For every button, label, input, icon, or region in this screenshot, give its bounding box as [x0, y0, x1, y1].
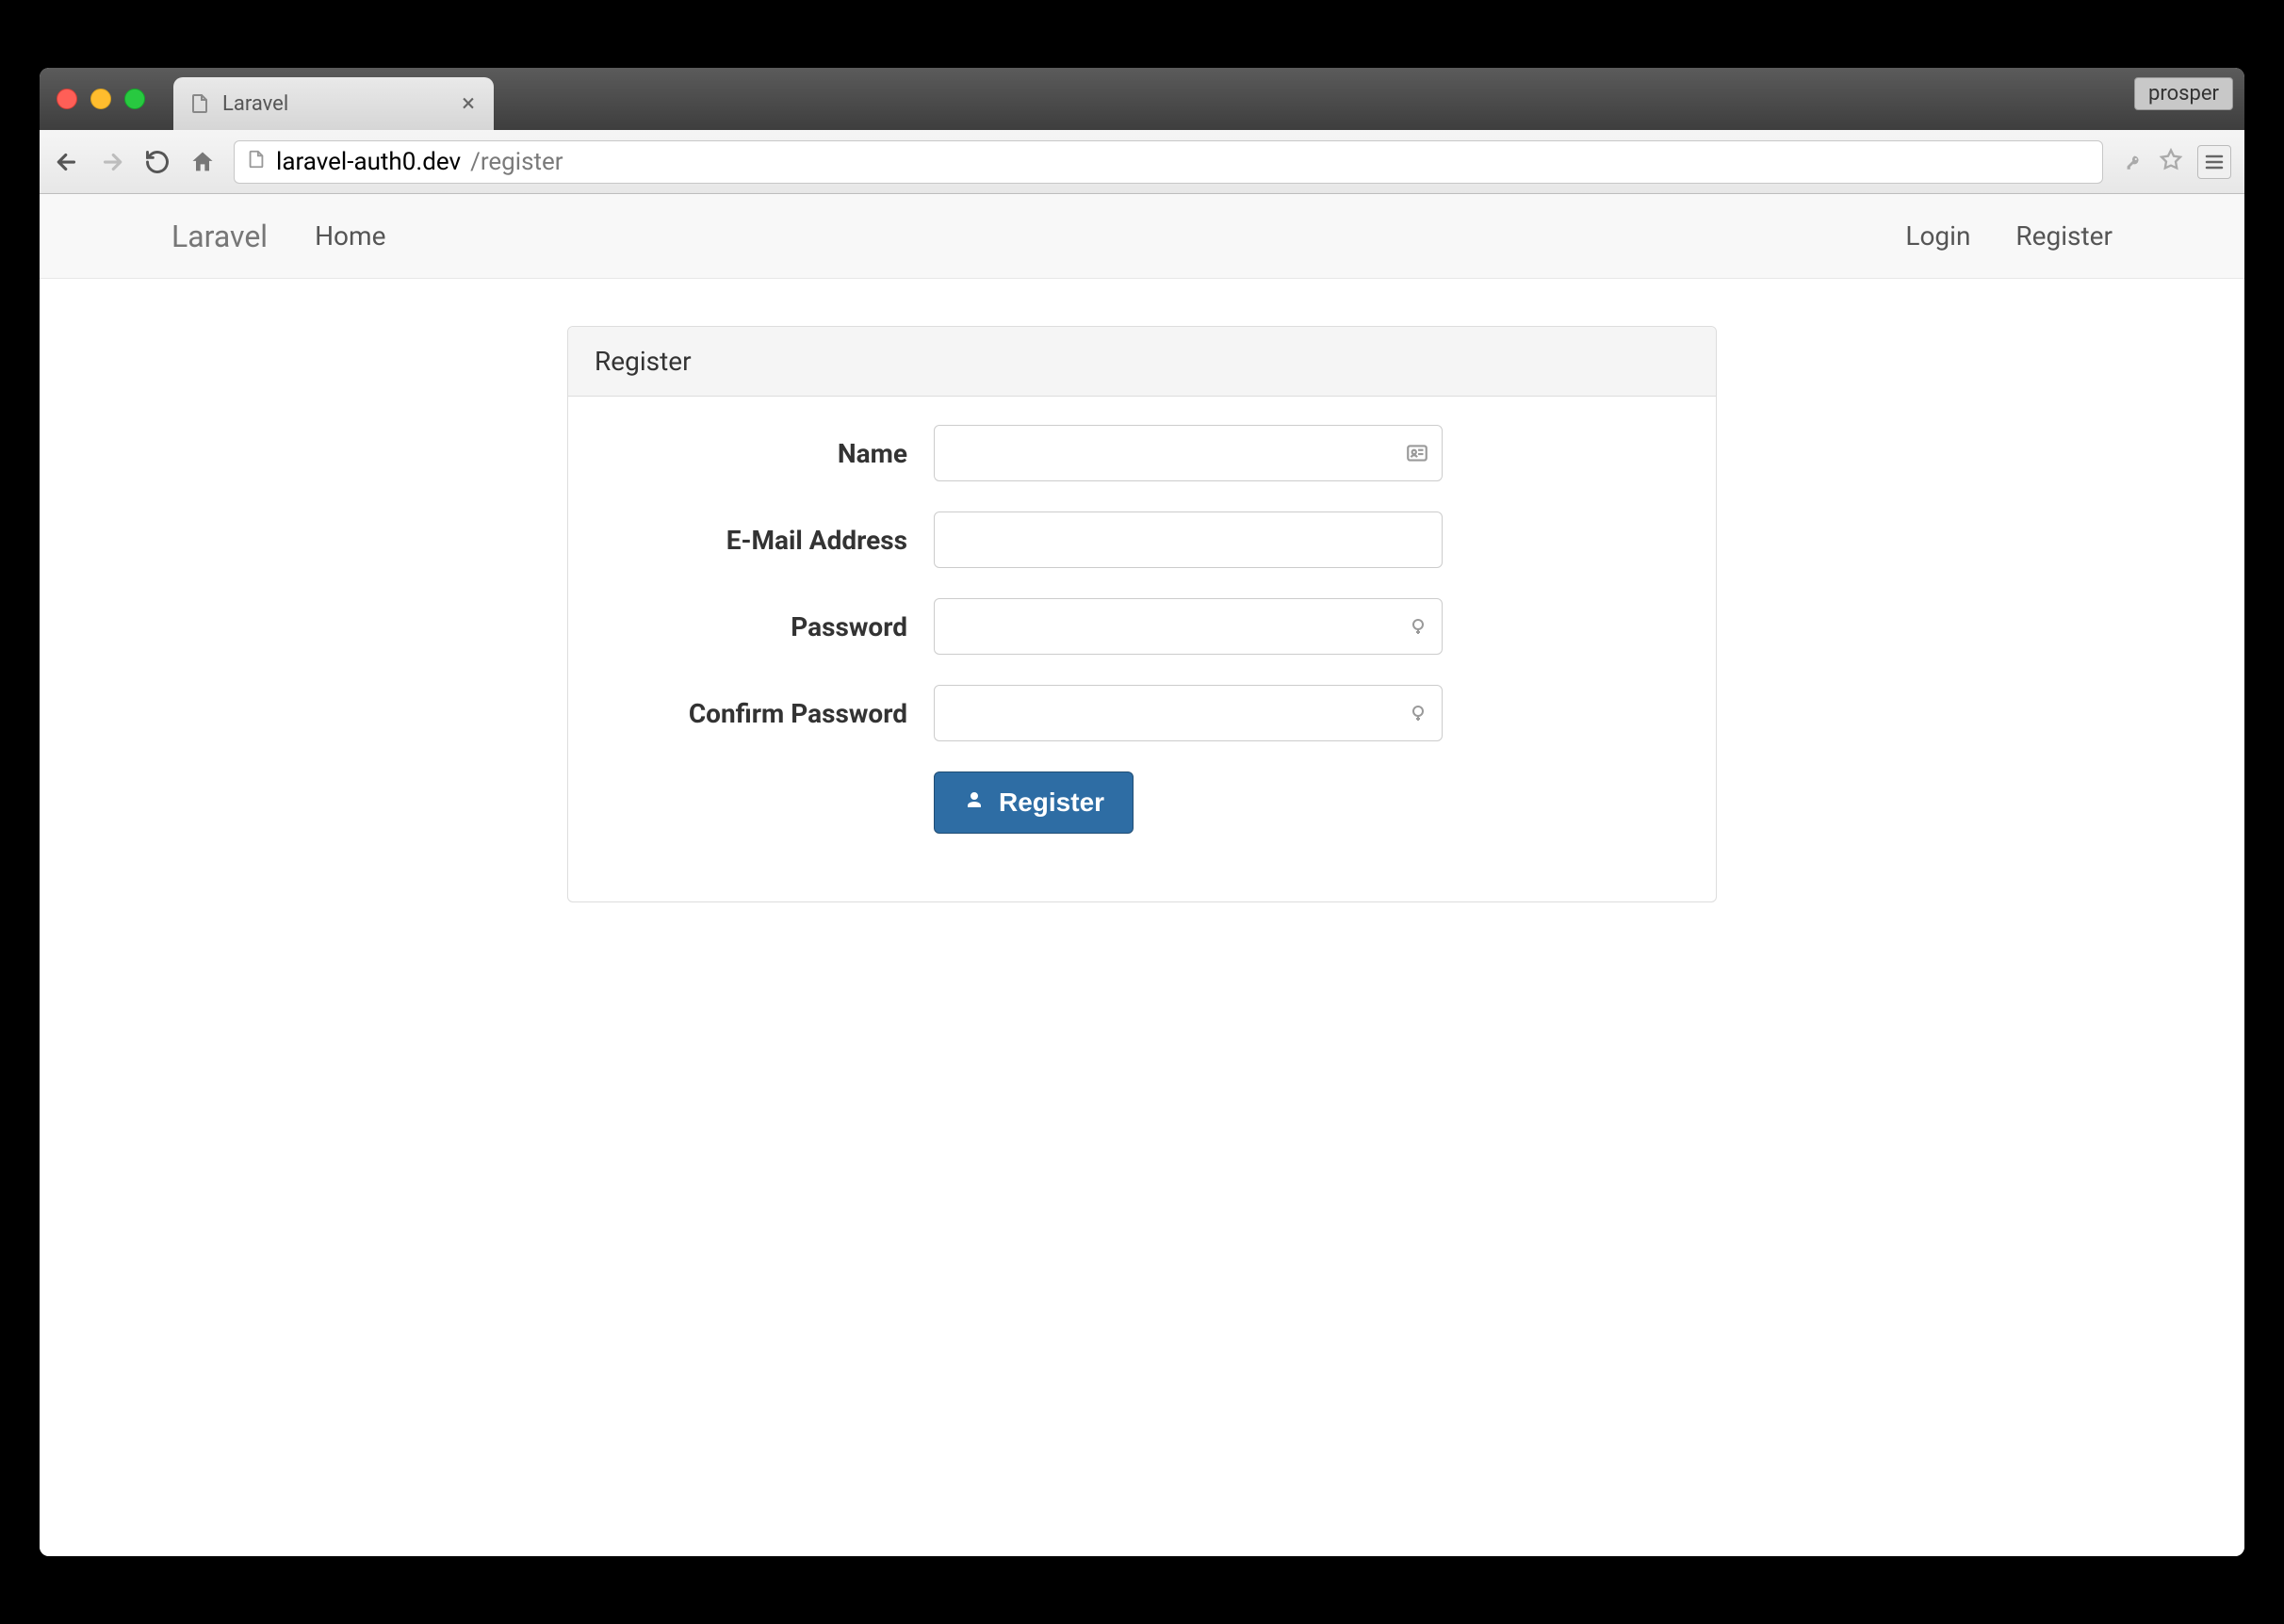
name-label: Name [595, 438, 934, 469]
register-panel: Register Name E-Mail Address [567, 326, 1717, 902]
password-label: Password [595, 611, 934, 642]
email-label: E-Mail Address [595, 525, 934, 556]
window-maximize-button[interactable] [124, 89, 145, 109]
toolbar-right-icons [2120, 145, 2231, 179]
register-button-label: Register [999, 788, 1104, 818]
address-path: /register [470, 148, 563, 176]
tab-close-icon[interactable]: × [462, 91, 475, 116]
menu-button[interactable] [2197, 145, 2231, 179]
bookmark-star-icon[interactable] [2158, 147, 2184, 177]
nav-register-link[interactable]: Register [2015, 220, 2113, 252]
browser-toolbar: laravel-auth0.dev/register [40, 130, 2244, 194]
forward-button[interactable] [98, 148, 126, 176]
confirm-password-label: Confirm Password [595, 698, 934, 729]
browser-tab-strip: Laravel × prosper [40, 68, 2244, 130]
email-input[interactable] [934, 512, 1443, 568]
key-icon[interactable] [2120, 148, 2145, 176]
key-icon [1407, 702, 1429, 724]
confirm-password-input[interactable] [934, 685, 1443, 741]
nav-login-link[interactable]: Login [1905, 220, 1970, 252]
user-icon [963, 788, 986, 818]
home-button[interactable] [188, 148, 217, 176]
brand[interactable]: Laravel [171, 219, 268, 254]
browser-tab[interactable]: Laravel × [173, 77, 494, 130]
name-input[interactable] [934, 425, 1443, 481]
nav-home-link[interactable]: Home [315, 220, 385, 252]
app-navbar: Laravel Home Login Register [40, 194, 2244, 279]
file-icon [188, 92, 211, 115]
browser-window: Laravel × prosper laravel-auth0.dev/regi… [40, 68, 2244, 1556]
user-profile-badge[interactable]: prosper [2134, 77, 2233, 110]
back-button[interactable] [53, 148, 81, 176]
address-host: laravel-auth0.dev [276, 148, 461, 176]
contact-card-icon [1405, 441, 1429, 465]
window-close-button[interactable] [57, 89, 77, 109]
address-bar[interactable]: laravel-auth0.dev/register [234, 140, 2103, 184]
panel-title: Register [568, 327, 1716, 397]
file-icon [246, 148, 267, 176]
window-minimize-button[interactable] [90, 89, 111, 109]
page-viewport: Laravel Home Login Register Register Nam… [40, 194, 2244, 1556]
reload-button[interactable] [143, 148, 171, 176]
tab-title: Laravel [222, 92, 288, 116]
password-input[interactable] [934, 598, 1443, 655]
key-icon [1407, 615, 1429, 638]
traffic-lights [57, 89, 145, 109]
register-button[interactable]: Register [934, 771, 1134, 834]
